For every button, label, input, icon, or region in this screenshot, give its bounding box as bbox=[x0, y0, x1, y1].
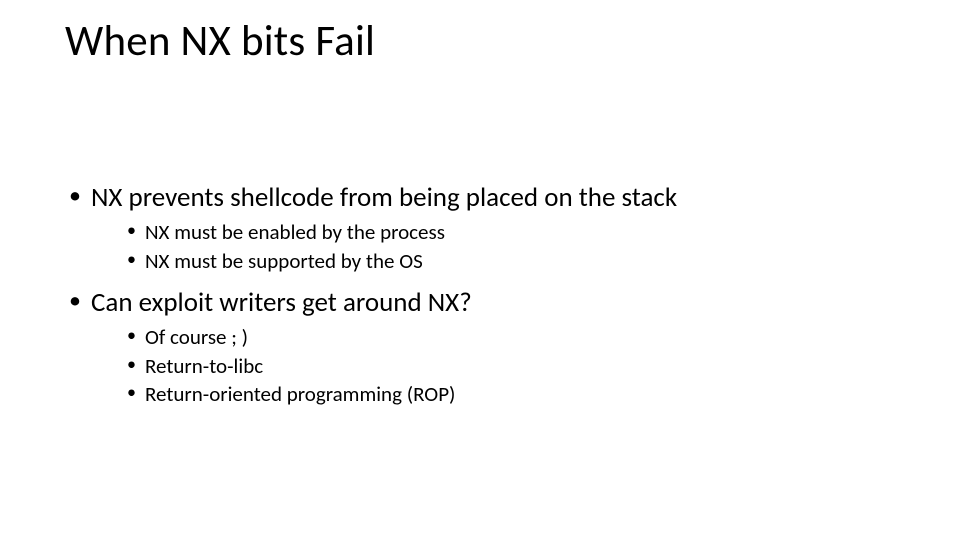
list-item-text: Of course ; ) bbox=[145, 324, 248, 350]
list-item: Return-oriented programming (ROP) bbox=[125, 381, 900, 408]
list-item: Return-to-libc bbox=[125, 353, 900, 380]
slide-body: NX prevents shellcode from being placed … bbox=[65, 180, 900, 418]
list-item-text: NX prevents shellcode from being placed … bbox=[91, 181, 677, 214]
slide-title: When NX bits Fail bbox=[65, 14, 375, 67]
list-item-text: NX must be supported by the OS bbox=[145, 248, 423, 274]
sub-bullet-list: Of course ; ) Return-to-libc Return-orie… bbox=[91, 324, 900, 408]
sub-bullet-list: NX must be enabled by the process NX mus… bbox=[91, 219, 900, 275]
list-item-text: NX must be enabled by the process bbox=[145, 219, 445, 245]
bullet-list: NX prevents shellcode from being placed … bbox=[65, 180, 900, 408]
slide: When NX bits Fail NX prevents shellcode … bbox=[0, 0, 960, 540]
list-item-text: Return-to-libc bbox=[145, 353, 263, 379]
list-item-text: Can exploit writers get around NX? bbox=[91, 286, 472, 319]
list-item-text: Return-oriented programming (ROP) bbox=[145, 381, 455, 407]
list-item: NX must be enabled by the process bbox=[125, 219, 900, 246]
list-item: NX prevents shellcode from being placed … bbox=[65, 180, 900, 275]
list-item: Can exploit writers get around NX? Of co… bbox=[65, 285, 900, 408]
list-item: Of course ; ) bbox=[125, 324, 900, 351]
list-item: NX must be supported by the OS bbox=[125, 248, 900, 275]
